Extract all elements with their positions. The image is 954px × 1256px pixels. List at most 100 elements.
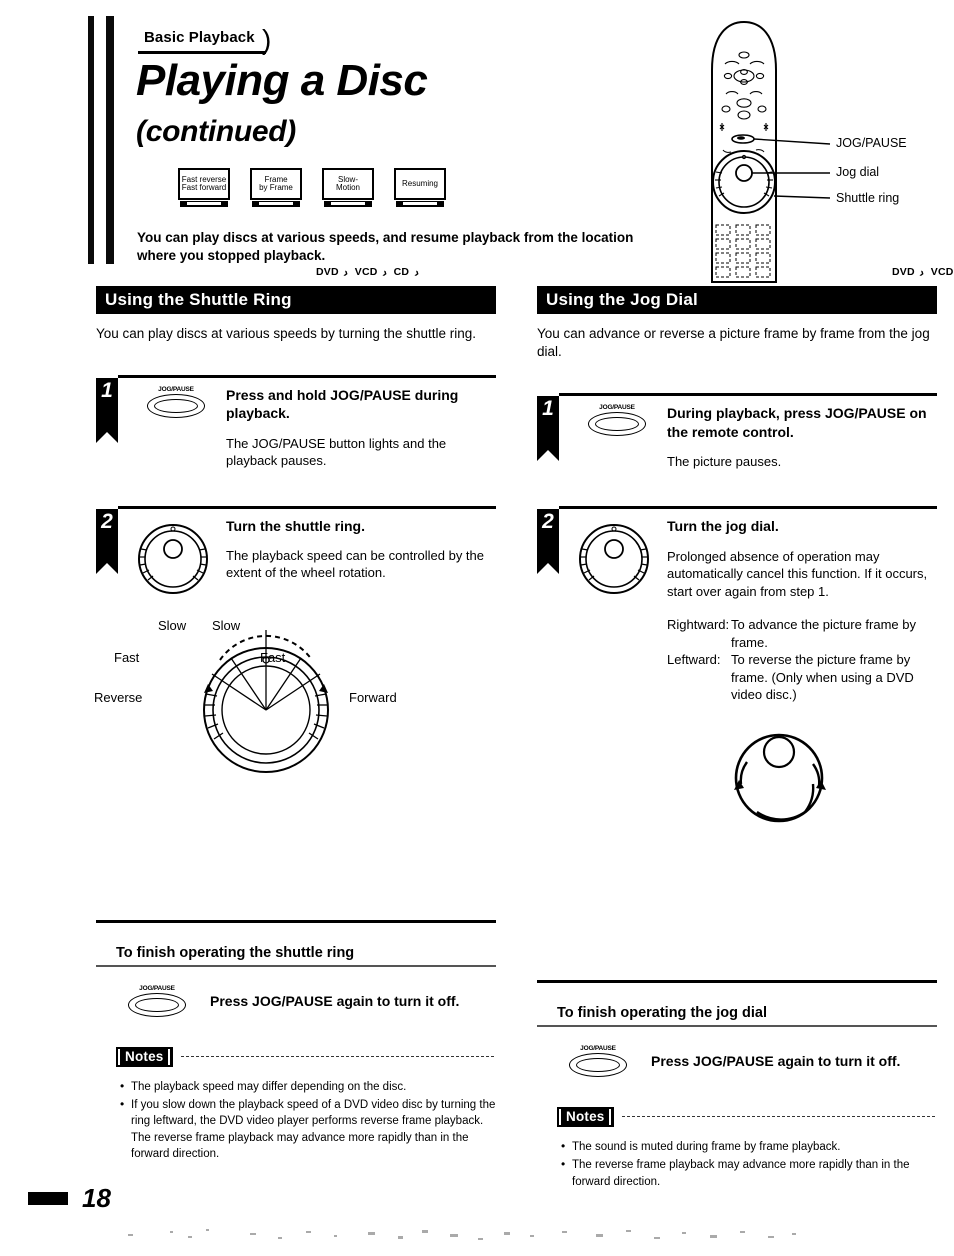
- notes-tag: Notes: [557, 1106, 614, 1127]
- step-text: Turn the shuttle ring. The playback spee…: [222, 517, 496, 602]
- chapter-tab-label: Basic Playback: [144, 29, 255, 46]
- step-heading: During playback, press JOG/PAUSE on the …: [667, 405, 927, 440]
- section-banner-shuttle-ring: Using the Shuttle Ring: [96, 286, 496, 314]
- footer-rule: [28, 1192, 68, 1205]
- feature-icon-line2: Motion: [335, 183, 360, 192]
- finish-row: JOG/PAUSE Press JOG/PAUSE again to turn …: [537, 1045, 937, 1077]
- disc-badge-vcd: VCD›: [931, 266, 954, 278]
- jog-pause-button-label: JOG/PAUSE: [599, 404, 635, 412]
- jog-dial-rotation-diagram: [537, 714, 937, 834]
- finish-underline: [537, 1024, 937, 1027]
- tv-screen-icon: Resuming: [394, 168, 446, 200]
- chapter-tab-paren-icon: ): [262, 24, 272, 55]
- step-description: The playback speed can be controlled by …: [226, 547, 485, 581]
- step-visual: [118, 517, 222, 602]
- page-footer: 18: [28, 1183, 111, 1214]
- step-2-shuttle: 2 Turn the shuttle ring. The playback sp…: [96, 508, 496, 602]
- tv-screen-icon: Frame by Frame: [250, 168, 302, 200]
- label-forward: Forward: [349, 689, 397, 705]
- chapter-tab: Basic Playback ): [138, 24, 290, 58]
- section-intro-shuttle-ring: You can play discs at various speeds by …: [96, 326, 476, 341]
- disc-badge-label: CD: [393, 266, 410, 278]
- page-subtitle: (continued): [136, 115, 297, 148]
- scan-artifact: [128, 1229, 796, 1240]
- feature-icon-row: Fast reverse Fast forward Frame by Frame…: [178, 168, 446, 207]
- callout-jog-dial: Jog dial: [836, 165, 880, 179]
- feature-icon-line2: Fast forward: [181, 183, 227, 192]
- step-visual: JOG/PAUSE: [559, 404, 663, 470]
- step-description: The JOG/PAUSE button lights and the play…: [226, 435, 447, 469]
- notes-rule: [180, 1056, 494, 1058]
- label-fast-right: Fast: [260, 649, 286, 665]
- notes-jog-dial: Notes The sound is muted during frame by…: [537, 1106, 937, 1190]
- page-title: Playing a Disc: [136, 56, 428, 105]
- shuttle-ring-direction-diagram: Slow Slow Fast Fast Reverse Forward: [94, 612, 496, 802]
- finish-title: To finish operating the shuttle ring: [116, 944, 355, 961]
- intro-paragraph: You can play discs at various speeds, an…: [137, 230, 634, 263]
- label-reverse: Reverse: [94, 689, 143, 705]
- step-2-jog: 2 Turn the jog dial. Prolonged absence o…: [537, 509, 937, 704]
- direction-row: Leftward: To reverse the picture frame b…: [667, 651, 937, 704]
- jog-pause-button-icon: JOG/PAUSE: [569, 1045, 627, 1077]
- step-number-badge: 1: [96, 378, 118, 444]
- page-number: 18: [82, 1183, 111, 1213]
- disc-badge-cd: CD ›: [393, 265, 422, 281]
- tv-screen-icon: Slow- Motion: [322, 168, 374, 200]
- notes-list: The sound is muted during frame by frame…: [537, 1138, 937, 1190]
- finish-shuttle-ring: To finish operating the shuttle ring JOG…: [96, 919, 496, 1017]
- finish-jog-dial: To finish operating the jog dial JOG/PAU…: [537, 979, 937, 1077]
- finish-row: JOG/PAUSE Press JOG/PAUSE again to turn …: [96, 985, 496, 1017]
- step-text: Turn the jog dial. Prolonged absence of …: [663, 517, 937, 704]
- disc-badge-vcd: VCD›: [355, 265, 390, 281]
- step-1-shuttle: 1 JOG/PAUSE Press and hold JOG/PAUSE dur…: [96, 378, 496, 469]
- label-slow-left: Slow: [158, 617, 187, 633]
- jog-pause-button-label: JOG/PAUSE: [158, 386, 194, 394]
- disc-badge-dvd: DVD ›: [892, 265, 927, 281]
- jog-dial-small-icon: [579, 524, 649, 595]
- tv-stand-icon: [396, 201, 444, 207]
- feature-icon-fast-reverse-forward: Fast reverse Fast forward: [178, 168, 230, 207]
- jog-pause-button-label: JOG/PAUSE: [139, 984, 175, 992]
- disc-badge-label: DVD: [892, 266, 915, 278]
- disc-badge-label: VCD: [930, 266, 954, 278]
- remote-control-illustration: JOG/PAUSE Jog dial Shuttle ring: [690, 10, 954, 300]
- notes-rule: [621, 1116, 935, 1118]
- step-text: Press and hold JOG/PAUSE during playback…: [222, 386, 496, 469]
- jog-pause-button-icon: JOG/PAUSE: [571, 404, 663, 437]
- badge-tail-icon: ›: [918, 264, 927, 281]
- disc-badge-label: DVD: [316, 266, 339, 278]
- remote-control-svg: [711, 20, 831, 283]
- feature-icon-slow-motion: Slow- Motion: [322, 168, 374, 207]
- jog-dial-rotation-svg: [734, 733, 826, 823]
- disc-badges-right: DVD› VCD›: [892, 265, 954, 281]
- step-description: The picture pauses.: [667, 453, 782, 469]
- callout-jog-pause: JOG/PAUSE: [836, 136, 907, 150]
- note-item: The reverse frame playback may advance m…: [561, 1156, 937, 1190]
- margin-rule-inner: [106, 16, 114, 264]
- note-item: The sound is muted during frame by frame…: [561, 1138, 937, 1155]
- section-shuttle-ring: DVD › VCD › CD › Using the Shuttle Ring You…: [94, 265, 496, 1164]
- direction-list: Rightward: To advance the picture frame …: [667, 616, 937, 704]
- jog-pause-button-label: JOG/PAUSE: [580, 1044, 616, 1052]
- jog-pause-oval-icon: [569, 1052, 627, 1077]
- section-jog-dial: DVD› VCD› Using the Jog Dial You can adv…: [537, 265, 953, 1192]
- label-slow-right: Slow: [212, 617, 241, 633]
- tv-screen-icon: Fast reverse Fast forward: [178, 168, 230, 200]
- section-intro-jog-dial: You can advance or reverse a picture fra…: [537, 326, 930, 360]
- manual-page: Basic Playback ) Playing a Disc (continu…: [0, 0, 954, 1256]
- step-text: During playback, press JOG/PAUSE on the …: [663, 404, 937, 470]
- feature-icon-resuming: Resuming: [394, 168, 446, 207]
- finish-title: To finish operating the jog dial: [557, 1004, 767, 1021]
- notes-shuttle-ring: Notes The playback speed may differ depe…: [96, 1046, 496, 1163]
- step-heading: Turn the shuttle ring.: [226, 517, 365, 534]
- finish-instruction: Press JOG/PAUSE again to turn it off.: [651, 1052, 901, 1069]
- step-number-badge: 2: [96, 508, 118, 574]
- step-number-badge: 1: [537, 396, 559, 462]
- direction-key: Rightward:: [667, 617, 730, 633]
- step-heading: Press and hold JOG/PAUSE during playback…: [226, 387, 459, 422]
- jog-pause-oval-icon: [588, 412, 646, 437]
- step-1-jog: 1 JOG/PAUSE During playback, press JOG/P…: [537, 396, 937, 470]
- badge-tail-icon: ›: [380, 264, 390, 281]
- jog-pause-oval-icon: [147, 394, 205, 419]
- label-fast-left: Fast: [114, 649, 140, 665]
